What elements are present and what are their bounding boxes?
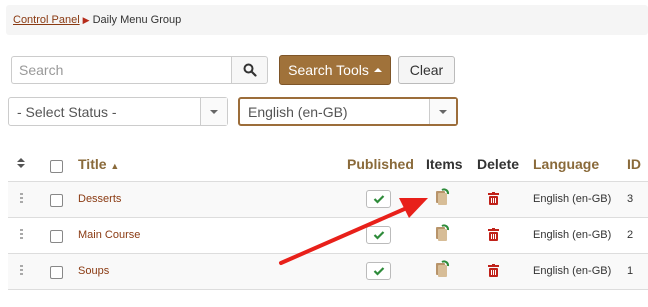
- annotation-arrow: [279, 198, 428, 265]
